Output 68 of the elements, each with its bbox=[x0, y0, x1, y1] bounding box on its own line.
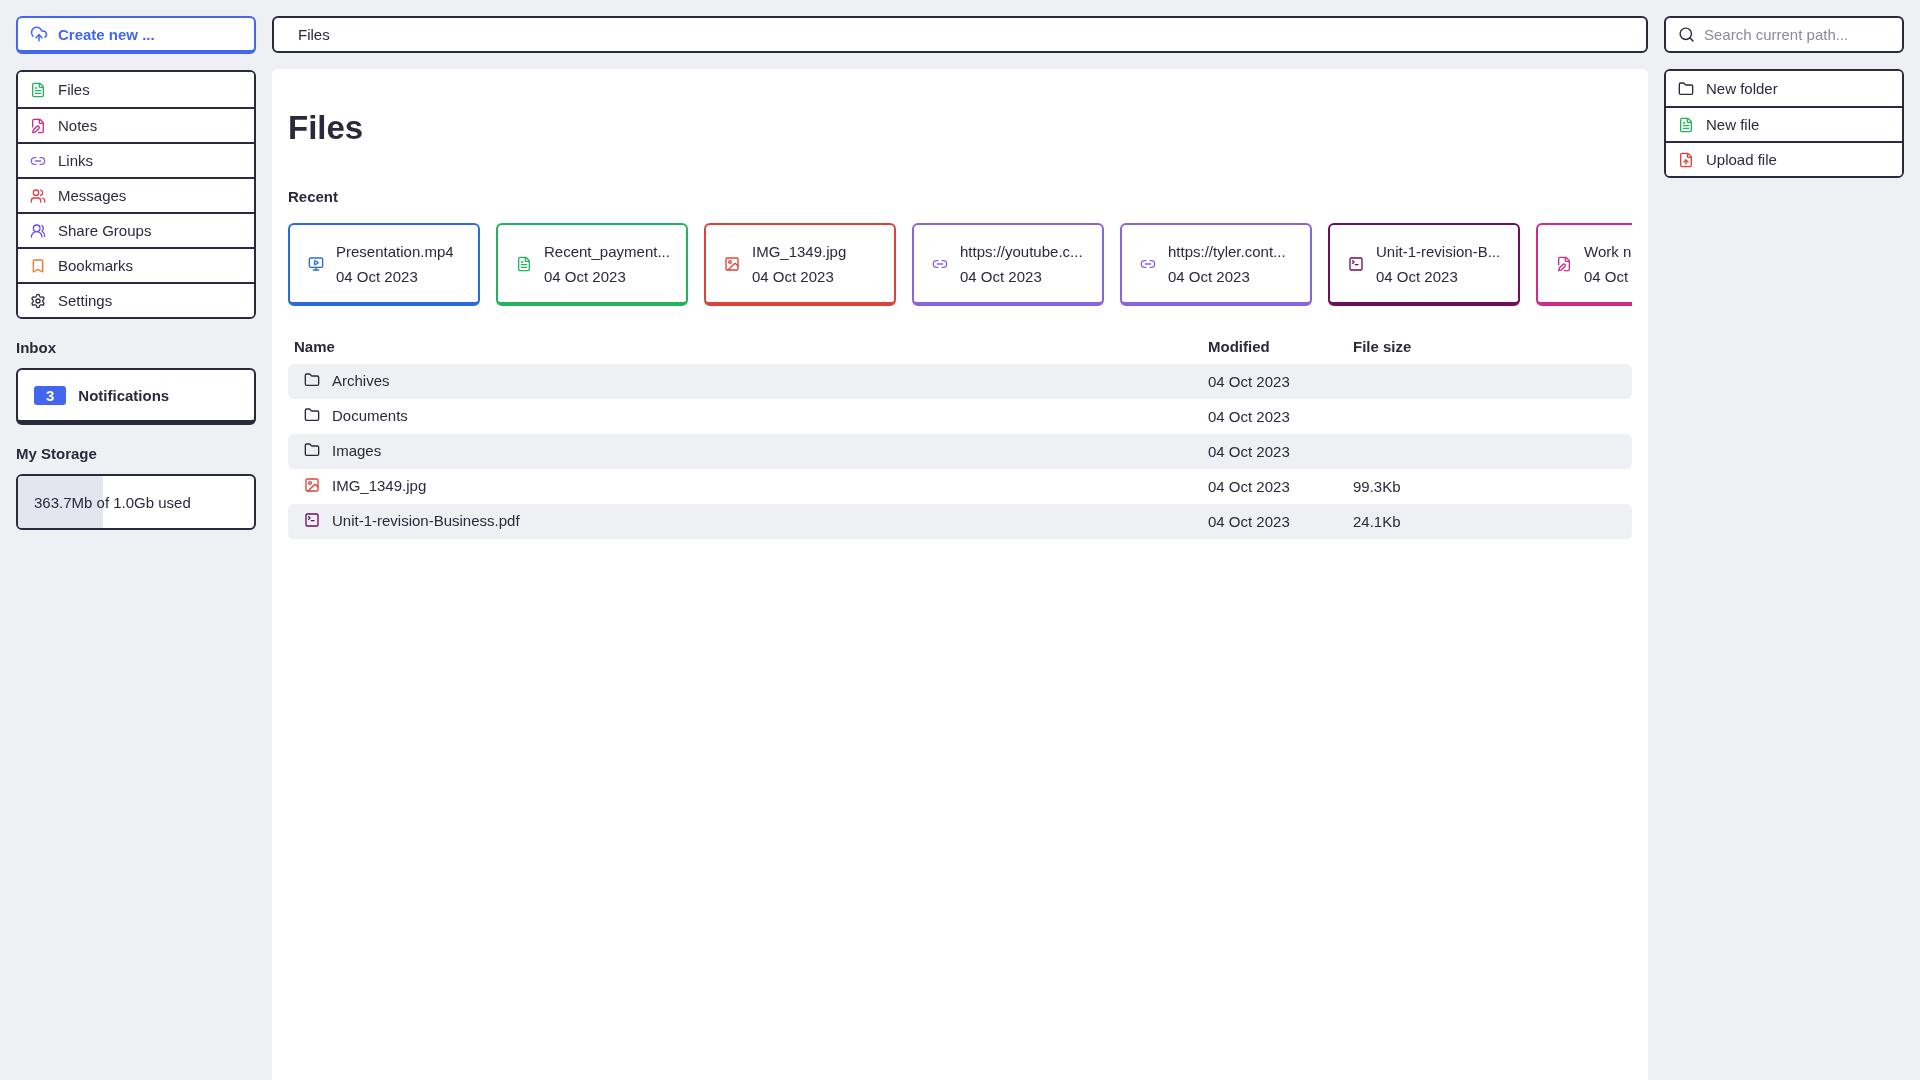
modified-date: 04 Oct 2023 bbox=[1208, 513, 1290, 530]
card-name: Presentation.mp4 bbox=[336, 242, 454, 260]
folder-icon bbox=[304, 442, 320, 459]
count-badge: 3 bbox=[34, 385, 67, 405]
file-size: 24.1Kb bbox=[1353, 513, 1401, 530]
file-icon bbox=[30, 81, 46, 98]
column-header: Modified bbox=[1208, 337, 1270, 355]
video-icon bbox=[308, 255, 324, 272]
file-size: 99.3Kb bbox=[1353, 478, 1401, 495]
card-name: https://tyler.cont... bbox=[1168, 242, 1286, 260]
folder-icon bbox=[1678, 80, 1694, 97]
document-icon bbox=[516, 255, 532, 272]
recent-card[interactable]: https://youtube.c... 04 Oct 2023 bbox=[912, 223, 1104, 306]
file-name[interactable]: IMG_1349.jpg bbox=[332, 476, 427, 494]
nav-item[interactable]: Settings bbox=[18, 282, 254, 317]
search-field[interactable]: Search current path... bbox=[1664, 16, 1904, 53]
page-title: Files bbox=[288, 111, 365, 144]
storage-heading: My Storage bbox=[16, 445, 98, 462]
folder-icon bbox=[304, 407, 320, 424]
card-name: Work n bbox=[1584, 242, 1632, 260]
modified-date: 04 Oct 2023 bbox=[1208, 478, 1290, 495]
column-header: Name bbox=[294, 337, 335, 355]
recent-card[interactable]: https://tyler.cont... 04 Oct 2023 bbox=[1120, 223, 1312, 306]
file-name[interactable]: Documents bbox=[332, 406, 408, 424]
image-icon bbox=[304, 477, 320, 494]
recent-heading: Recent bbox=[288, 188, 340, 205]
recent-card[interactable]: Recent_payment... 04 Oct 2023 bbox=[496, 223, 688, 306]
action-item[interactable]: Upload file bbox=[1666, 141, 1902, 176]
card-date: 04 Oct 2023 bbox=[1376, 267, 1459, 285]
card-date: 04 Oct 2023 bbox=[336, 267, 419, 285]
recent-card[interactable]: IMG_1349.jpg 04 Oct 2023 bbox=[704, 223, 896, 306]
recent-card[interactable]: Unit-1-revision-B... 04 Oct 2023 bbox=[1328, 223, 1520, 306]
card-name: Unit-1-revision-B... bbox=[1376, 242, 1501, 260]
storage-text: 363.7Mb of 1.0Gb used bbox=[33, 493, 191, 511]
terminal-icon bbox=[304, 512, 320, 529]
bookmark-icon bbox=[30, 257, 46, 274]
notifications-button[interactable]: 3 Notifications bbox=[16, 368, 256, 425]
modified-date: 04 Oct 2023 bbox=[1208, 443, 1290, 460]
file-name[interactable]: Unit-1-revision-Business.pdf bbox=[332, 511, 520, 529]
note-icon bbox=[30, 117, 46, 134]
card-date: 04 Oct 2023 bbox=[1168, 267, 1251, 285]
terminal-icon bbox=[1348, 255, 1364, 272]
upload-icon bbox=[1678, 151, 1694, 168]
card-date: 04 Oct 2023 bbox=[752, 267, 835, 285]
card-name: IMG_1349.jpg bbox=[752, 242, 847, 260]
column-header: File size bbox=[1353, 337, 1412, 355]
card-date: 04 Oct bbox=[1584, 267, 1630, 285]
modified-date: 04 Oct 2023 bbox=[1208, 408, 1290, 425]
card-name: https://youtube.c... bbox=[960, 242, 1083, 260]
groups-icon bbox=[30, 222, 46, 239]
messages-icon bbox=[30, 187, 46, 204]
modified-date: 04 Oct 2023 bbox=[1208, 373, 1290, 390]
card-name: Recent_payment... bbox=[544, 242, 670, 260]
recent-card[interactable]: Presentation.mp4 04 Oct 2023 bbox=[288, 223, 480, 306]
create-new-button[interactable]: Create new ... bbox=[16, 16, 256, 54]
inbox-heading: Inbox bbox=[16, 339, 57, 356]
file-name[interactable]: Archives bbox=[332, 371, 390, 389]
image-icon bbox=[724, 255, 740, 272]
folder-icon bbox=[304, 372, 320, 389]
settings-icon bbox=[30, 292, 46, 309]
card-date: 04 Oct 2023 bbox=[544, 267, 627, 285]
card-date: 04 Oct 2023 bbox=[960, 267, 1043, 285]
file-name[interactable]: Images bbox=[332, 441, 382, 459]
note-icon bbox=[1556, 255, 1572, 272]
recent-card[interactable]: Work n 04 Oct bbox=[1536, 223, 1632, 306]
file-icon bbox=[1678, 116, 1694, 133]
path-field[interactable]: Files bbox=[272, 16, 1648, 53]
cloud-upload-icon bbox=[30, 25, 48, 43]
